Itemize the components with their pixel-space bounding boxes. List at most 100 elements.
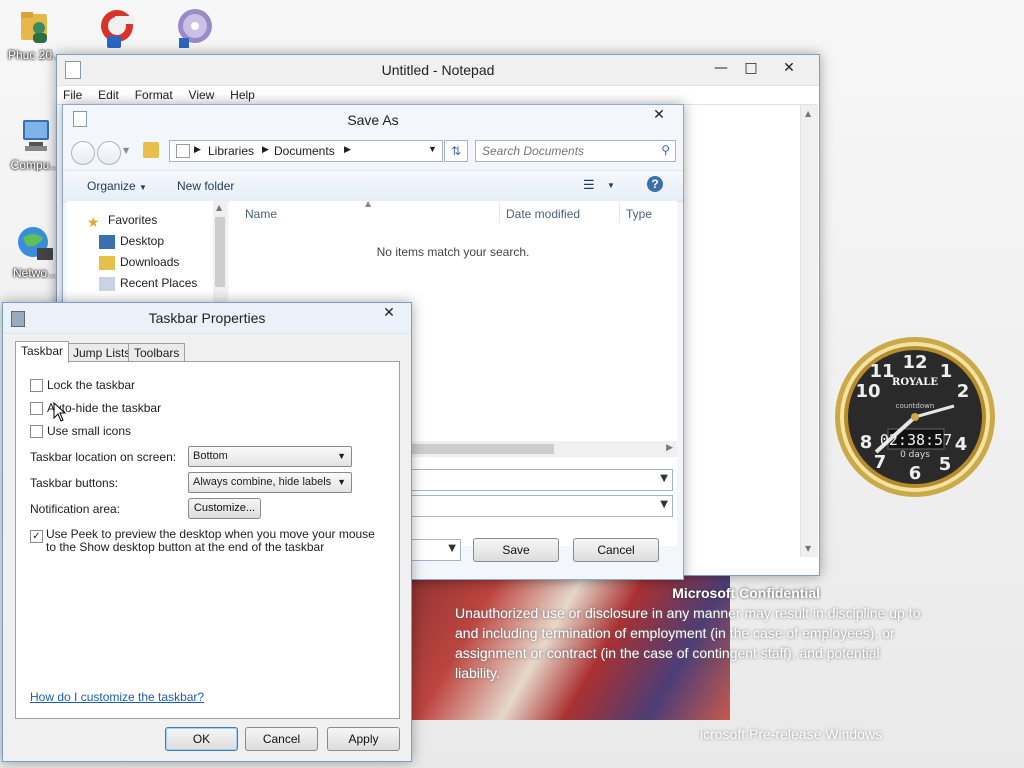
breadcrumb-documents[interactable]: Documents xyxy=(274,144,335,158)
user-folder-icon xyxy=(15,6,55,46)
search-box[interactable]: ⚲ xyxy=(475,140,676,162)
help-icon[interactable]: ? xyxy=(647,176,663,192)
chevron-down-icon: ▼ xyxy=(660,499,668,510)
small-icons-checkbox[interactable]: Use small icons xyxy=(30,424,131,439)
svg-text:6: 6 xyxy=(909,463,922,484)
taskbar-tab-panel: Lock the taskbar Auto-hide the taskbar U… xyxy=(15,361,400,719)
address-row: ▼ ▶ Libraries ▶ Documents ▶ ▼ ⇅ ⚲ xyxy=(63,137,683,165)
nav-desktop[interactable]: Desktop xyxy=(99,234,164,252)
chevron-down-icon: ▼ xyxy=(139,183,147,192)
checkbox-box[interactable]: ✓ xyxy=(30,530,43,543)
save-button[interactable]: Save xyxy=(473,538,559,562)
select-value: Always combine, hide labels xyxy=(193,476,332,488)
menu-help[interactable]: Help xyxy=(224,86,261,104)
notification-label: Notification area: xyxy=(30,502,121,516)
cancel-button[interactable]: Cancel xyxy=(245,727,318,751)
breadcrumb-separator-icon[interactable]: ▶ xyxy=(194,144,201,155)
recent-pages-icon[interactable]: ▼ xyxy=(123,146,129,155)
address-bar[interactable]: ▶ Libraries ▶ Documents ▶ ▼ xyxy=(169,140,443,162)
breadcrumb-separator-icon[interactable]: ▶ xyxy=(344,144,351,155)
clock-days: 0 days xyxy=(900,450,930,460)
desktop-icon-ccleaner[interactable] xyxy=(84,6,146,48)
taskbar-properties-dialog[interactable]: Taskbar Properties ✕ Taskbar Jump Lists … xyxy=(2,302,412,762)
chevron-down-icon[interactable]: ▼ xyxy=(607,181,615,190)
scroll-down-icon[interactable]: ▼ xyxy=(805,544,811,553)
scroll-thumb[interactable] xyxy=(215,217,225,287)
close-icon[interactable]: ✕ xyxy=(647,105,671,125)
maximize-icon[interactable]: □ xyxy=(739,58,763,78)
chevron-down-icon: ▼ xyxy=(660,473,668,484)
checkbox-label: Lock the taskbar xyxy=(47,378,136,392)
downloads-icon xyxy=(99,255,115,270)
clock-gadget[interactable]: 12 1 2 10 11 8 7 6 5 4 ROYALE countdown … xyxy=(832,334,998,500)
nav-downloads[interactable]: Downloads xyxy=(99,255,179,273)
scroll-up-icon[interactable]: ▲ xyxy=(805,109,811,118)
breadcrumb-libraries[interactable]: Libraries xyxy=(208,144,254,158)
ok-button[interactable]: OK xyxy=(165,727,238,751)
auto-hide-checkbox[interactable]: Auto-hide the taskbar xyxy=(30,401,161,416)
search-input[interactable] xyxy=(480,143,656,159)
file-name-combo[interactable]: ▼ xyxy=(403,469,673,491)
column-name[interactable]: Name xyxy=(245,207,277,221)
address-dropdown-icon[interactable]: ▼ xyxy=(428,144,437,154)
cancel-button[interactable]: Cancel xyxy=(573,538,659,562)
tab-toolbars[interactable]: Toolbars xyxy=(128,343,186,362)
buttons-select[interactable]: Always combine, hide labels ▼ xyxy=(188,472,352,493)
confidential-line: liability. xyxy=(455,665,500,681)
column-type[interactable]: Type xyxy=(626,207,652,221)
tab-taskbar[interactable]: Taskbar xyxy=(15,341,70,363)
nav-label: Favorites xyxy=(108,213,158,227)
apply-button[interactable]: Apply xyxy=(327,727,400,751)
nav-recent-places[interactable]: Recent Places xyxy=(99,276,197,294)
desktop: Phuc 20... Compu... Netwo... Microsoft C… xyxy=(0,0,1024,768)
forward-button[interactable] xyxy=(97,141,121,165)
empty-message: No items match your search. xyxy=(376,245,530,259)
checkbox-box[interactable] xyxy=(30,425,43,439)
checkbox-box[interactable] xyxy=(30,402,43,416)
taskbar-properties-title: Taskbar Properties xyxy=(148,310,266,326)
menu-format[interactable]: Format xyxy=(129,86,179,104)
save-as-type-combo[interactable]: ▼ xyxy=(403,495,673,517)
scroll-right-icon[interactable]: ▶ xyxy=(666,443,673,453)
command-bar: Organize ▼ New folder ☰ ▼ ? xyxy=(63,170,683,202)
view-options-icon[interactable]: ☰ xyxy=(583,177,595,193)
column-date-modified[interactable]: Date modified xyxy=(506,207,580,221)
select-value: Bottom xyxy=(193,450,228,462)
organize-label: Organize xyxy=(87,179,136,193)
taskbar-properties-titlebar[interactable]: Taskbar Properties ✕ xyxy=(3,303,411,334)
close-icon[interactable]: ✕ xyxy=(377,303,401,323)
lock-taskbar-checkbox[interactable]: Lock the taskbar xyxy=(30,378,136,393)
notepad-titlebar[interactable]: Untitled - Notepad — □ ✕ xyxy=(57,55,819,86)
tab-jump-lists[interactable]: Jump Lists xyxy=(67,343,137,362)
column-separator[interactable] xyxy=(619,201,620,223)
menu-view[interactable]: View xyxy=(183,86,221,104)
notepad-vertical-scrollbar[interactable]: ▲ ▼ xyxy=(800,105,818,557)
minimize-icon[interactable]: — xyxy=(709,58,733,78)
new-folder-button[interactable]: New folder xyxy=(177,179,234,193)
up-folder-icon[interactable] xyxy=(143,142,159,158)
save-as-titlebar[interactable]: Save As ✕ xyxy=(63,105,683,135)
scroll-up-icon[interactable]: ▲ xyxy=(216,203,222,212)
back-button[interactable] xyxy=(71,141,95,165)
confidential-notice: Microsoft Confidential Unauthorized use … xyxy=(455,585,1015,683)
menu-file[interactable]: File xyxy=(57,86,88,104)
nav-favorites[interactable]: ★ Favorites xyxy=(87,213,157,231)
location-select[interactable]: Bottom ▼ xyxy=(188,446,352,467)
ccleaner-icon xyxy=(95,6,135,48)
notepad-menubar: File Edit Format View Help xyxy=(57,86,817,105)
menu-edit[interactable]: Edit xyxy=(92,86,125,104)
refresh-button[interactable]: ⇅ xyxy=(444,140,468,162)
customize-button[interactable]: Customize... xyxy=(188,498,261,519)
desktop-icon-disc[interactable] xyxy=(162,6,224,48)
checkbox-box[interactable] xyxy=(30,379,43,393)
search-icon[interactable]: ⚲ xyxy=(661,143,670,157)
column-separator[interactable] xyxy=(499,201,500,223)
breadcrumb-separator-icon[interactable]: ▶ xyxy=(262,144,269,155)
mouse-pointer-icon xyxy=(53,402,67,422)
refresh-icon: ⇅ xyxy=(450,144,462,158)
help-link[interactable]: How do I customize the taskbar? xyxy=(30,690,204,704)
peek-checkbox[interactable]: ✓ Use Peek to preview the desktop when y… xyxy=(30,528,385,554)
chevron-down-icon: ▼ xyxy=(337,451,346,461)
close-icon[interactable]: ✕ xyxy=(777,58,801,78)
organize-button[interactable]: Organize ▼ xyxy=(87,179,147,193)
